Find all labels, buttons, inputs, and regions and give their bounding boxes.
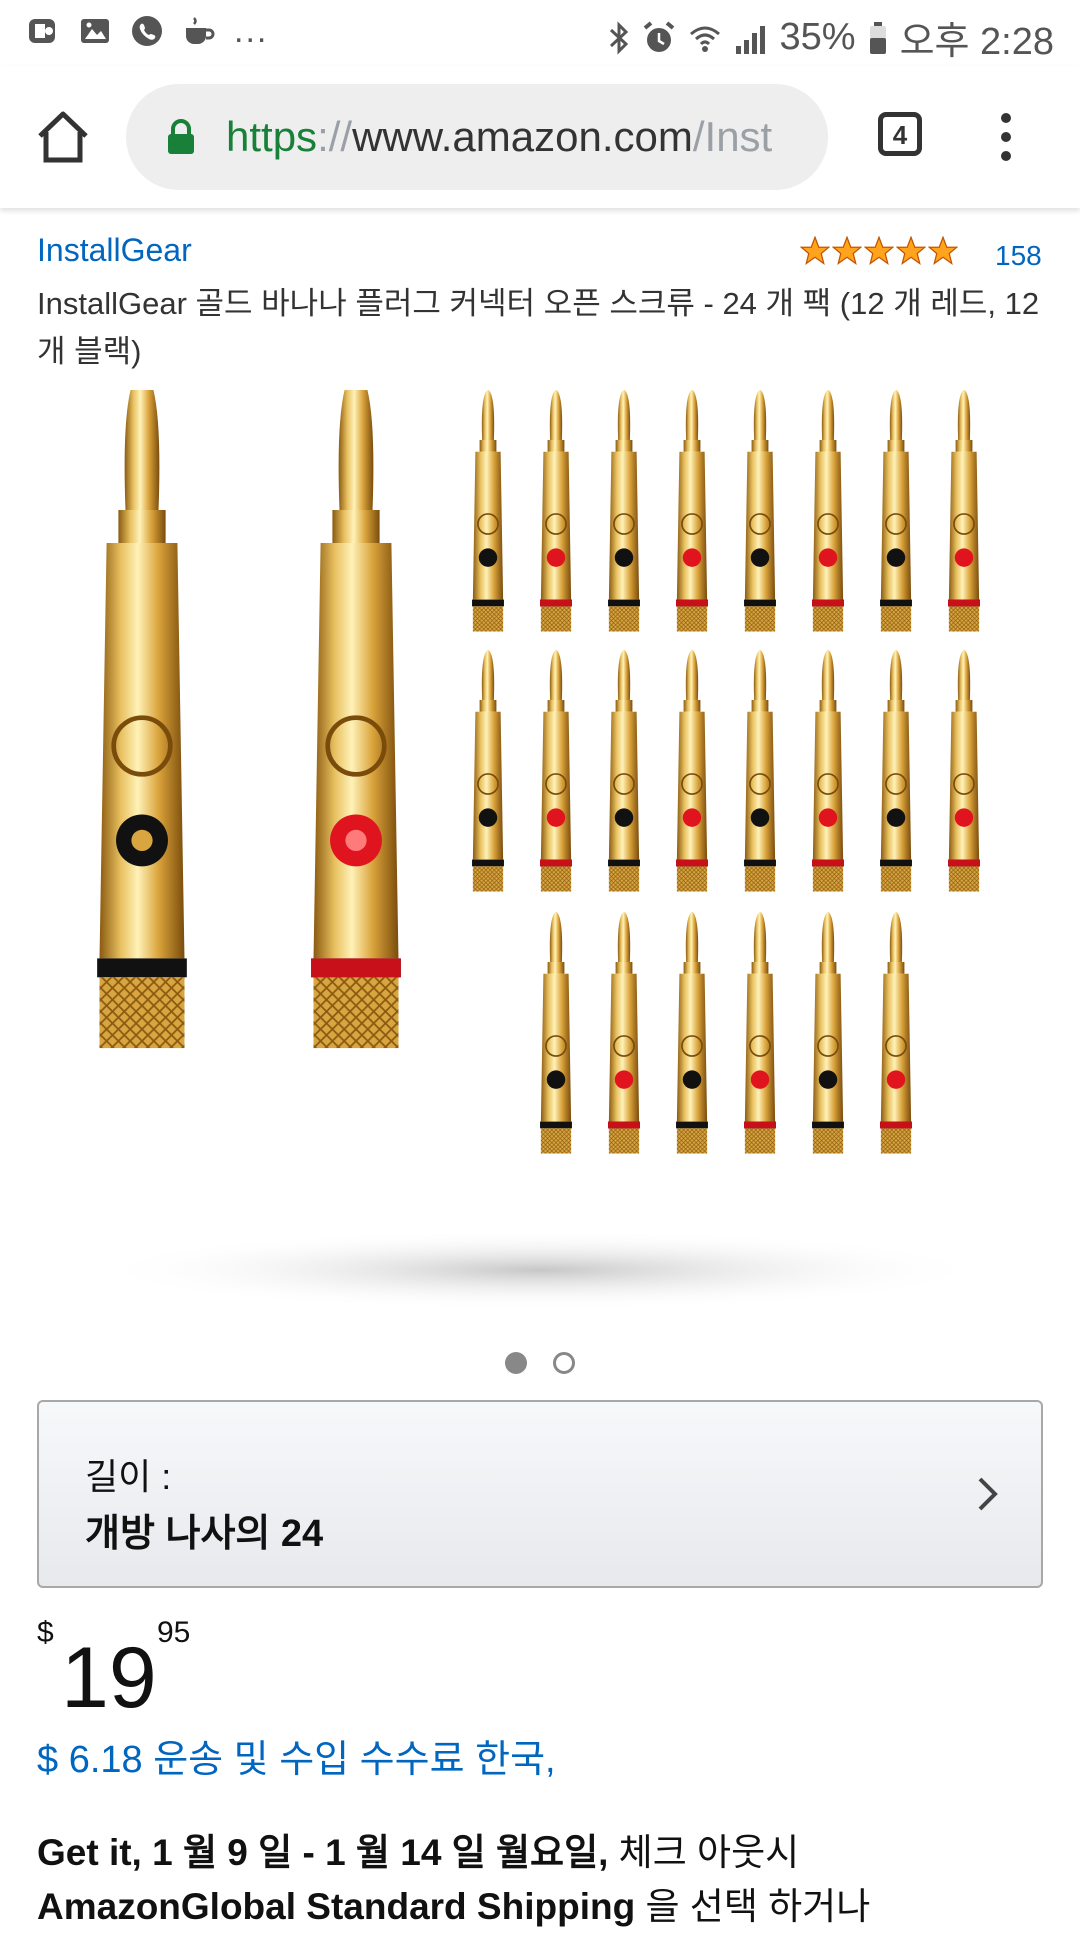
small-plug-red <box>607 910 641 1155</box>
delivery-message: Get it, 1 월 9 일 - 1 월 14 일 월요일, 체크 아웃시 A… <box>37 1826 1047 1934</box>
small-plug-black <box>675 910 709 1155</box>
small-plug-black <box>879 390 913 633</box>
small-plug-red <box>879 910 913 1155</box>
address-bar[interactable]: https://www.amazon.com/Inst <box>126 84 828 190</box>
carousel-dot[interactable] <box>505 1352 527 1374</box>
shipping-fee-link[interactable]: $ 6.18 운송 및 수입 수수료 한국, <box>37 1728 556 1783</box>
star-icon <box>800 236 830 265</box>
review-count-link[interactable]: 158 <box>995 240 1042 272</box>
small-plug-red <box>675 648 709 893</box>
browser-toolbar: https://www.amazon.com/Inst 4 <box>0 66 1080 208</box>
small-plug-red <box>675 390 709 633</box>
small-plug-black <box>879 648 913 893</box>
price-whole: 19 <box>61 1630 157 1726</box>
alarm-icon <box>643 20 674 52</box>
small-plug-black <box>471 648 505 893</box>
url-fade <box>788 84 828 190</box>
large-plug-red <box>311 390 401 1048</box>
chevron-right-icon <box>978 1477 998 1511</box>
price-symbol: $ <box>37 1616 54 1649</box>
large-plug-black <box>97 390 187 1048</box>
variation-value: 개방 나사의 24 <box>85 1513 324 1555</box>
url-host: www.amazon.com <box>352 113 693 160</box>
product-title: InstallGear 골드 바나나 플러그 커넥터 오픈 스크류 - 24 개… <box>37 286 1040 369</box>
delivery-text: 체크 아웃시 <box>608 1832 800 1873</box>
price-fraction: 95 <box>157 1616 191 1649</box>
carousel-dot[interactable] <box>553 1352 575 1374</box>
url-text: https://www.amazon.com/Inst <box>226 110 772 164</box>
wifi-icon <box>689 26 720 52</box>
url-path: /Inst <box>692 113 773 160</box>
small-plug-black <box>471 390 505 633</box>
image-icon <box>81 19 109 43</box>
small-plug-black <box>607 390 641 633</box>
variation-label: 길이 : <box>85 1456 172 1497</box>
signal-icon <box>735 25 765 54</box>
small-plug-red <box>811 648 845 893</box>
tab-switcher-button[interactable]: 4 <box>878 112 922 156</box>
small-plug-black <box>539 910 573 1155</box>
star-rating[interactable] <box>800 236 958 266</box>
star-icon <box>832 236 862 265</box>
small-plug-red <box>539 390 573 633</box>
status-overflow: ... <box>234 12 269 50</box>
bluetooth-icon <box>609 20 628 55</box>
app-notification-icon <box>29 19 55 43</box>
battery-percent: 35% <box>779 16 856 58</box>
status-right-icons: 35% 오후 2:28 <box>608 10 1054 65</box>
small-plug-black <box>811 910 845 1155</box>
shipping-method: AmazonGlobal Standard Shipping <box>37 1886 636 1927</box>
small-plug-black <box>743 648 777 893</box>
small-plug-red <box>539 648 573 893</box>
small-plug-red <box>947 390 981 633</box>
star-icon <box>928 236 958 265</box>
small-plug-red <box>811 390 845 633</box>
size-selector[interactable]: 길이 : 개방 나사의 24 <box>37 1400 1043 1588</box>
clock: 오후 2:28 <box>899 21 1054 63</box>
status-left-icons: ... <box>26 14 268 48</box>
brand-link[interactable]: InstallGear <box>37 232 192 269</box>
url-scheme: https <box>226 113 318 160</box>
small-plug-red <box>743 910 777 1155</box>
carousel-indicators <box>0 1352 1080 1374</box>
delivery-text-2: 을 선택 하거나 <box>635 1886 871 1927</box>
coffee-icon <box>186 17 215 44</box>
star-icon <box>864 236 894 265</box>
delivery-date: Get it, 1 월 9 일 - 1 월 14 일 월요일, <box>37 1832 609 1873</box>
status-bar: ... 35% 오후 2:28 <box>0 0 1080 66</box>
small-plug-black <box>743 390 777 633</box>
small-plug-red <box>947 648 981 893</box>
battery-icon <box>869 21 886 54</box>
product-image[interactable] <box>40 390 1040 1310</box>
small-plug-black <box>607 648 641 893</box>
overflow-menu-icon[interactable] <box>996 112 1016 162</box>
lock-icon <box>168 119 194 154</box>
phone-icon <box>132 16 162 46</box>
image-shadow <box>90 1230 990 1310</box>
small-plugs-grid <box>471 390 981 1155</box>
url-separator: :// <box>317 113 353 160</box>
home-icon[interactable] <box>34 110 92 164</box>
star-icon <box>896 236 926 265</box>
